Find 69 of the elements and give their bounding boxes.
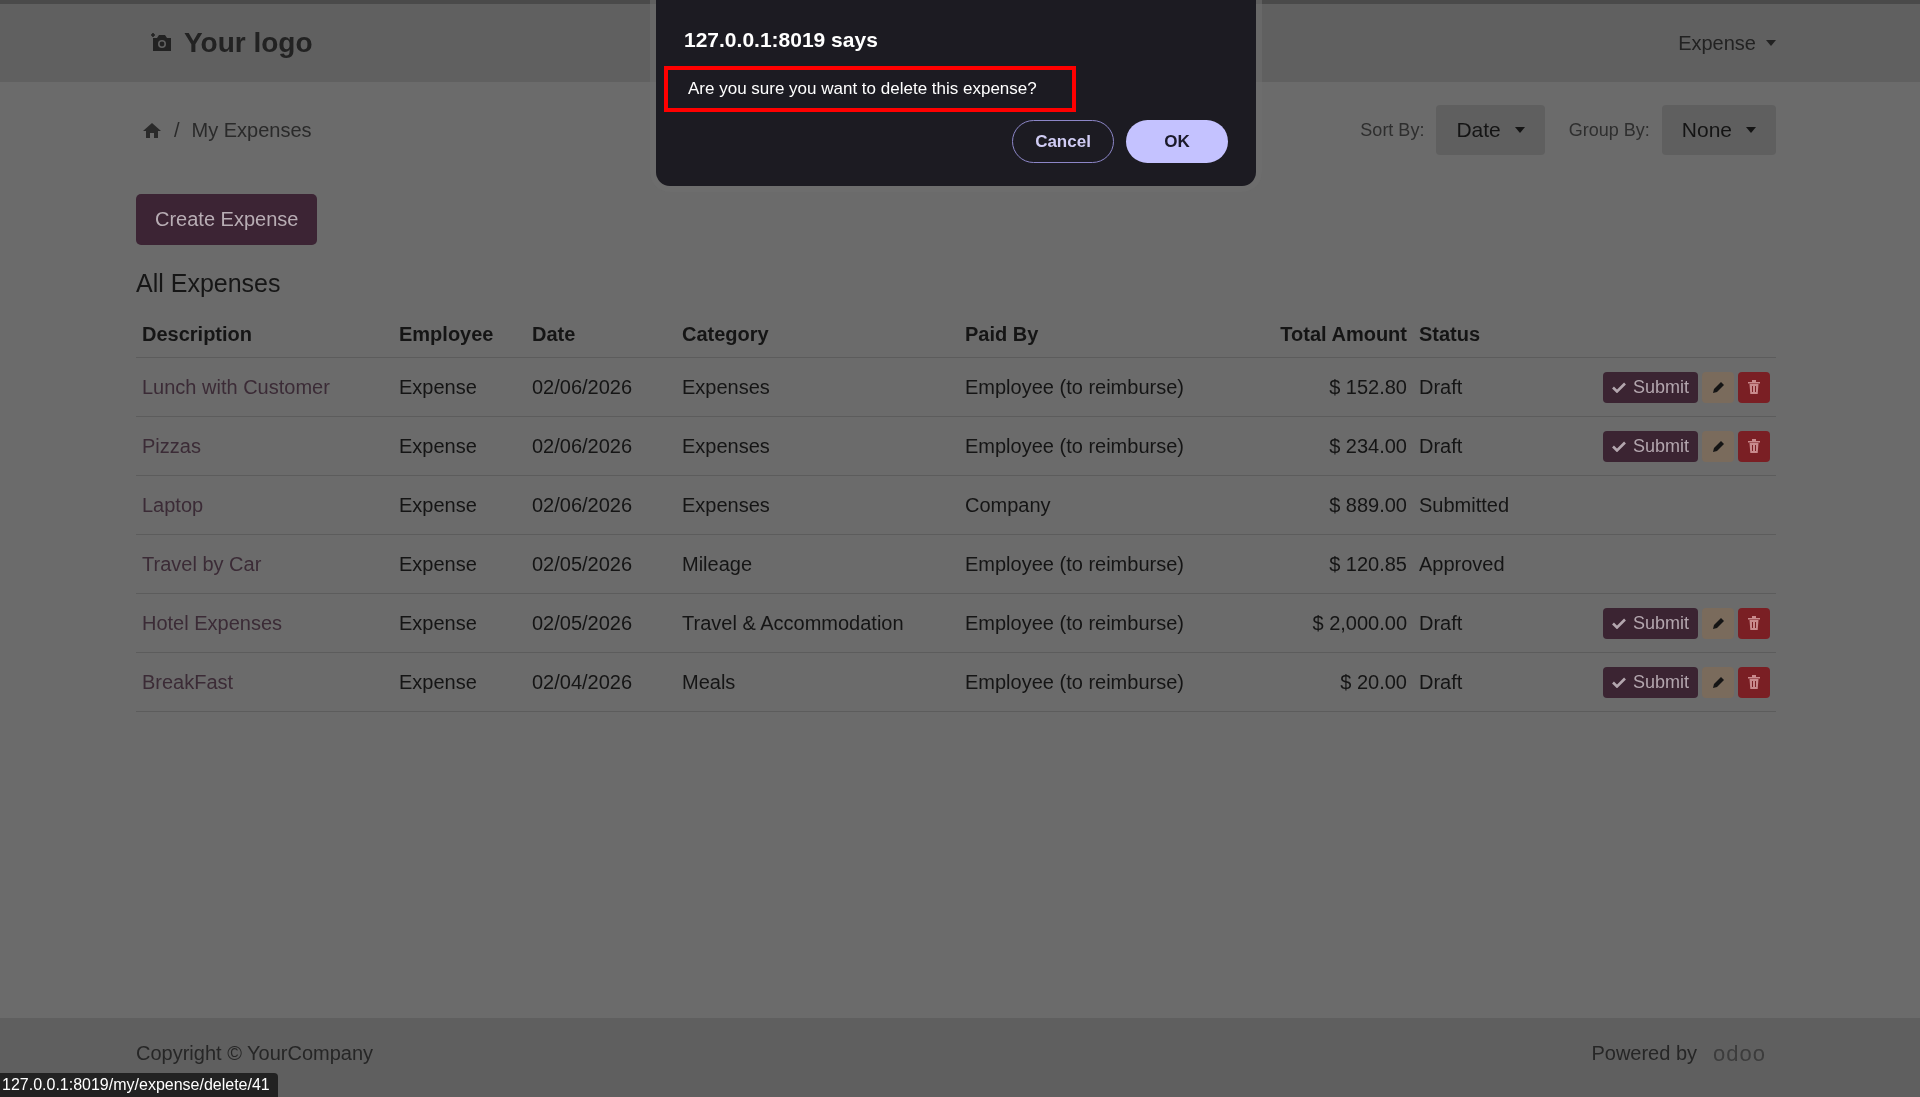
- table-cell-text: $ 152.80: [1328, 375, 1408, 399]
- table-cell-text: Draft: [1418, 611, 1464, 635]
- table-cell-text: Employee (to reimburse): [964, 434, 1185, 458]
- create-expense-button[interactable]: Create Expense: [136, 194, 318, 245]
- table-cell-text: $ 2,000.00: [1311, 611, 1408, 635]
- expense-link[interactable]: Hotel Expenses: [136, 611, 393, 635]
- table-cell-text: 02/05/2026: [531, 611, 634, 635]
- table-cell-text: Meals: [681, 670, 737, 694]
- powered-by-text: Powered by: [1591, 1042, 1698, 1065]
- highlighted-message: Are you sure you want to delete this expense?: [664, 66, 1076, 112]
- table-cell-text: Employee (to reimburse): [964, 611, 1185, 635]
- breadcrumb-separator: /: [174, 118, 180, 142]
- table-cell-text: Draft: [1418, 434, 1464, 458]
- table-cell-text: Employee (to reimburse): [964, 375, 1185, 399]
- column-header: Description: [141, 323, 254, 346]
- table-cell-text: Expense: [398, 434, 478, 458]
- ok-button[interactable]: OK: [1126, 120, 1228, 163]
- column-header: Date: [531, 323, 577, 346]
- table-cell-text: Expense: [398, 375, 478, 399]
- expense-link[interactable]: BreakFast: [136, 670, 393, 694]
- table-cell-text: 02/05/2026: [531, 552, 634, 576]
- column-header: Total Amount: [1279, 323, 1408, 346]
- column-header: Status: [1418, 323, 1482, 346]
- table-cell-text: Company: [964, 493, 1052, 517]
- table-cell-text: Expense: [398, 493, 478, 517]
- logo-text: Your logo: [184, 27, 313, 59]
- table-cell-text: Expense: [398, 552, 478, 576]
- submit-button[interactable]: Submit: [1602, 430, 1698, 462]
- column-header: Category: [681, 323, 770, 346]
- group-dropdown[interactable]: None: [1661, 105, 1776, 155]
- column-header: Paid By: [964, 323, 1040, 346]
- expense-link[interactable]: Pizzas: [136, 434, 393, 458]
- dropdown-label: Group By:: [1568, 119, 1650, 141]
- table-cell-text: Employee (to reimburse): [964, 670, 1185, 694]
- table-cell-text: 02/04/2026: [531, 670, 634, 694]
- table-cell-text: 02/06/2026: [531, 375, 634, 399]
- submit-button[interactable]: Submit: [1602, 666, 1698, 698]
- dialog-title: 127.0.0.1:8019 says: [684, 28, 879, 52]
- table-cell-text: Travel & Accommodation: [681, 611, 905, 635]
- table-cell-text: Expenses: [681, 434, 771, 458]
- expense-link[interactable]: Lunch with Customer: [136, 375, 393, 399]
- table-cell-text: 02/06/2026: [531, 434, 634, 458]
- table-cell-text: $ 120.85: [1328, 552, 1408, 576]
- table-cell-text: Approved: [1418, 552, 1506, 576]
- sort-dropdown[interactable]: Date: [1436, 105, 1545, 155]
- column-header: Employee: [398, 323, 495, 346]
- table-cell-text: 02/06/2026: [531, 493, 634, 517]
- table-cell-text: $ 234.00: [1328, 434, 1408, 458]
- table-cell-text: Expenses: [681, 493, 771, 517]
- expense-link[interactable]: Travel by Car: [136, 552, 393, 576]
- table-cell-text: Draft: [1418, 375, 1464, 399]
- status-url: 127.0.0.1:8019/my/expense/delete/41: [2, 1076, 270, 1093]
- table-cell-text: $ 889.00: [1328, 493, 1408, 517]
- table-cell-text: Mileage: [681, 552, 754, 576]
- breadcrumb-current: My Expenses: [191, 118, 312, 142]
- submit-button[interactable]: Submit: [1602, 607, 1698, 639]
- dropdown-label: Sort By:: [1360, 119, 1425, 141]
- table-cell-text: Employee (to reimburse): [964, 552, 1185, 576]
- table-cell-text: Expense: [398, 611, 478, 635]
- submit-button[interactable]: Submit: [1602, 371, 1698, 403]
- table-cell-text: Submitted: [1418, 493, 1511, 517]
- table-cell-text: Expenses: [681, 375, 771, 399]
- copyright-text: Copyright © YourCompany: [136, 1042, 374, 1065]
- section-title: All Expenses: [136, 269, 282, 298]
- table-cell-text: $ 20.00: [1339, 670, 1408, 694]
- table-cell-text: Expense: [398, 670, 478, 694]
- expense-link[interactable]: Laptop: [136, 493, 393, 517]
- expense-menu[interactable]: Expense: [1678, 31, 1776, 55]
- table-cell-text: Draft: [1418, 670, 1464, 694]
